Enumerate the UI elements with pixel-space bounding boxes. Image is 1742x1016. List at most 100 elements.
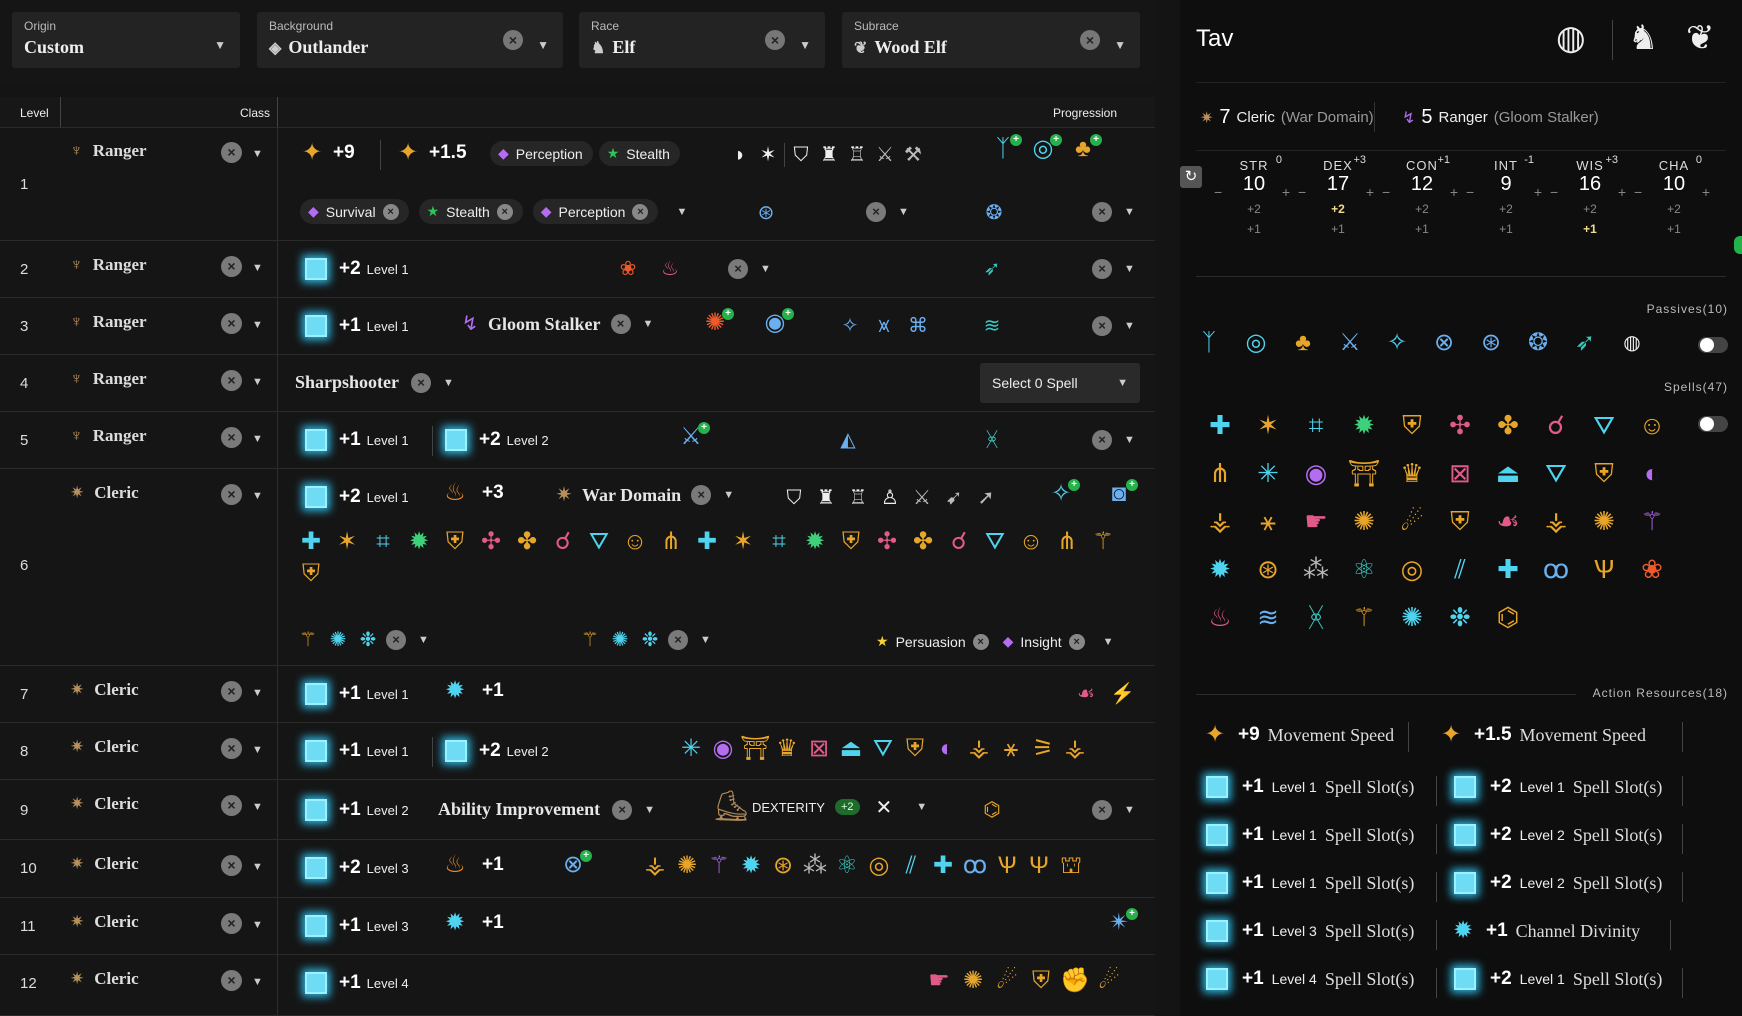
spell-icon[interactable]: ⋔	[1196, 453, 1244, 501]
remove-feat-button[interactable]: ×	[612, 799, 633, 820]
spell-icon[interactable]: ✣	[872, 529, 902, 555]
spell-icon[interactable]: ⚛	[832, 853, 862, 879]
spell-icon[interactable]: ⛨	[900, 736, 930, 762]
spell-icon[interactable]: ✶	[1244, 405, 1292, 453]
decrease-stat-button[interactable]: −	[1550, 184, 1558, 200]
origin-select[interactable]: Origin Custom ▼	[12, 12, 240, 68]
spell-icon[interactable]: ⚚	[578, 627, 602, 653]
spell-icon[interactable]: ✚	[1196, 405, 1244, 453]
spell-icon[interactable]: ⛛	[868, 736, 898, 762]
spell-icon[interactable]: ⌗	[368, 529, 398, 555]
chevron-down-icon[interactable]: ▼	[799, 38, 811, 52]
spell-icon[interactable]: ◎	[864, 853, 894, 879]
spell-icon[interactable]: ⚹	[1244, 501, 1292, 549]
natural-explorer-icon[interactable]: ◎	[1241, 330, 1271, 356]
bonus-plus1[interactable]: +1	[1548, 222, 1632, 236]
passives-toggle[interactable]	[1698, 337, 1728, 353]
spell-icon[interactable]: ⊠	[1436, 453, 1484, 501]
chevron-down-icon[interactable]: ▼	[1124, 434, 1135, 446]
chevron-down-icon[interactable]: ▼	[252, 376, 263, 388]
chevron-down-icon[interactable]: ▼	[1103, 636, 1114, 648]
background-select[interactable]: Background ◈ Outlander × ▼	[257, 12, 563, 68]
skill-choice-persuasion[interactable]: ★ Persuasion ×	[868, 629, 989, 654]
chevron-down-icon[interactable]: ▼	[252, 801, 263, 813]
bonus-plus2[interactable]: +2	[1296, 202, 1380, 216]
spell-icon[interactable]: ⚞	[1028, 736, 1058, 762]
skill-choice-perception[interactable]: ◆ Perception ×	[532, 199, 659, 224]
spell-icon[interactable]: ⛨	[1436, 501, 1484, 549]
spell-icon[interactable]: Ѱ	[992, 853, 1022, 879]
increase-stat-button[interactable]: +	[1450, 184, 1458, 200]
spell-icon[interactable]: ♨	[1196, 597, 1244, 645]
spell-icon[interactable]: ⛛	[1580, 405, 1628, 453]
hunters-mark-icon[interactable]: ❀	[616, 256, 640, 282]
spell-icon[interactable]: ✺	[326, 627, 350, 653]
remove-class-button[interactable]: ×	[221, 738, 242, 759]
subrace-select[interactable]: Subrace ❦ Wood Elf × ▼	[842, 12, 1140, 68]
spell-icon[interactable]: ❉	[638, 627, 662, 653]
spell-icon[interactable]: ⌘	[906, 313, 930, 339]
shield-icon[interactable]: ⊛	[1476, 330, 1506, 356]
spell-icon[interactable]: ⚹	[996, 736, 1026, 762]
spell-icon[interactable]: ⋔	[1052, 529, 1082, 555]
decrease-stat-button[interactable]: −	[1634, 184, 1642, 200]
spell-icon[interactable]: ⛨	[1026, 968, 1056, 994]
spell-icon[interactable]: ♛	[1388, 453, 1436, 501]
skill-choice-stealth[interactable]: ★ Stealth ×	[418, 199, 523, 224]
remove-class-button[interactable]: ×	[221, 427, 242, 448]
spell-icon[interactable]: ✹	[1196, 549, 1244, 597]
chevron-down-icon[interactable]: ▼	[676, 206, 687, 218]
decrease-stat-button[interactable]: −	[1466, 184, 1474, 200]
spell-icon[interactable]: ◐	[1628, 453, 1676, 501]
favoured-enemy-icon[interactable]: ᛉ	[1194, 330, 1224, 356]
clear-choice-button[interactable]: ×	[386, 630, 406, 650]
increase-stat-button[interactable]: +	[1534, 184, 1542, 200]
spell-icon[interactable]: ◎	[1388, 549, 1436, 597]
clear-choice-button[interactable]: ×	[1092, 259, 1112, 279]
spell-icon[interactable]: ☙	[1074, 681, 1098, 707]
remove-class-button[interactable]: ×	[221, 370, 242, 391]
spell-icon[interactable]: ⏏	[836, 736, 866, 762]
scroll-indicator[interactable]	[1734, 236, 1742, 254]
outlander-icon[interactable]: ◍	[1617, 330, 1647, 356]
spellcasting-icon[interactable]: ✧	[1382, 330, 1412, 356]
spell-icon[interactable]: ⚶	[1196, 501, 1244, 549]
spell-icon[interactable]: ✺	[1580, 501, 1628, 549]
chevron-down-icon[interactable]: ▼	[916, 801, 927, 813]
chevron-down-icon[interactable]: ▼	[723, 489, 734, 501]
chevron-down-icon[interactable]: ▼	[252, 490, 263, 502]
spell-icon[interactable]: ✶	[332, 529, 362, 555]
spell-icon[interactable]: ⛨	[836, 529, 866, 555]
spell-icon[interactable]: ꝏ	[960, 853, 990, 879]
spell-icon[interactable]: ✹	[736, 853, 766, 879]
remove-class-button[interactable]: ×	[221, 681, 242, 702]
spell-icon[interactable]: ᚸ	[980, 427, 1004, 453]
spell-icon[interactable]: ⌗	[1292, 405, 1340, 453]
increase-stat-button[interactable]: +	[1366, 184, 1374, 200]
remove-skill-button[interactable]: ×	[1068, 633, 1085, 650]
spell-icon[interactable]: ☺	[620, 529, 650, 555]
spell-icon[interactable]: ꝏ	[1532, 549, 1580, 597]
select-spell-dropdown[interactable]: Select 0 Spell ▼	[980, 363, 1140, 403]
clear-choice-button[interactable]: ×	[668, 630, 688, 650]
increase-stat-button[interactable]: +	[1702, 184, 1710, 200]
spell-icon[interactable]: ❉	[356, 627, 380, 653]
chevron-down-icon[interactable]: ▼	[252, 976, 263, 988]
spell-icon[interactable]: ✧	[838, 313, 862, 339]
spell-icon[interactable]: ⋔	[656, 529, 686, 555]
spell-icon[interactable]: ⛛	[1532, 453, 1580, 501]
spell-icon[interactable]: ◉	[1292, 453, 1340, 501]
remove-skill-button[interactable]: ×	[496, 203, 513, 220]
spell-icon[interactable]: ⊛	[768, 853, 798, 879]
spell-icon[interactable]: ✊	[1060, 968, 1090, 994]
spell-icon[interactable]: ⚚	[296, 627, 320, 653]
spell-icon[interactable]: ⚚	[1340, 597, 1388, 645]
spell-icon[interactable]: ✤	[1484, 405, 1532, 453]
spell-icon[interactable]: ☙	[1484, 501, 1532, 549]
spell-icon[interactable]: ✳	[676, 736, 706, 762]
bonus-plus1[interactable]: +1	[1296, 222, 1380, 236]
spell-icon[interactable]: ⚶	[1532, 501, 1580, 549]
clear-choice-button[interactable]: ×	[866, 202, 886, 222]
clear-choice-button[interactable]: ×	[1092, 800, 1112, 820]
clear-subrace-button[interactable]: ×	[1080, 30, 1100, 50]
